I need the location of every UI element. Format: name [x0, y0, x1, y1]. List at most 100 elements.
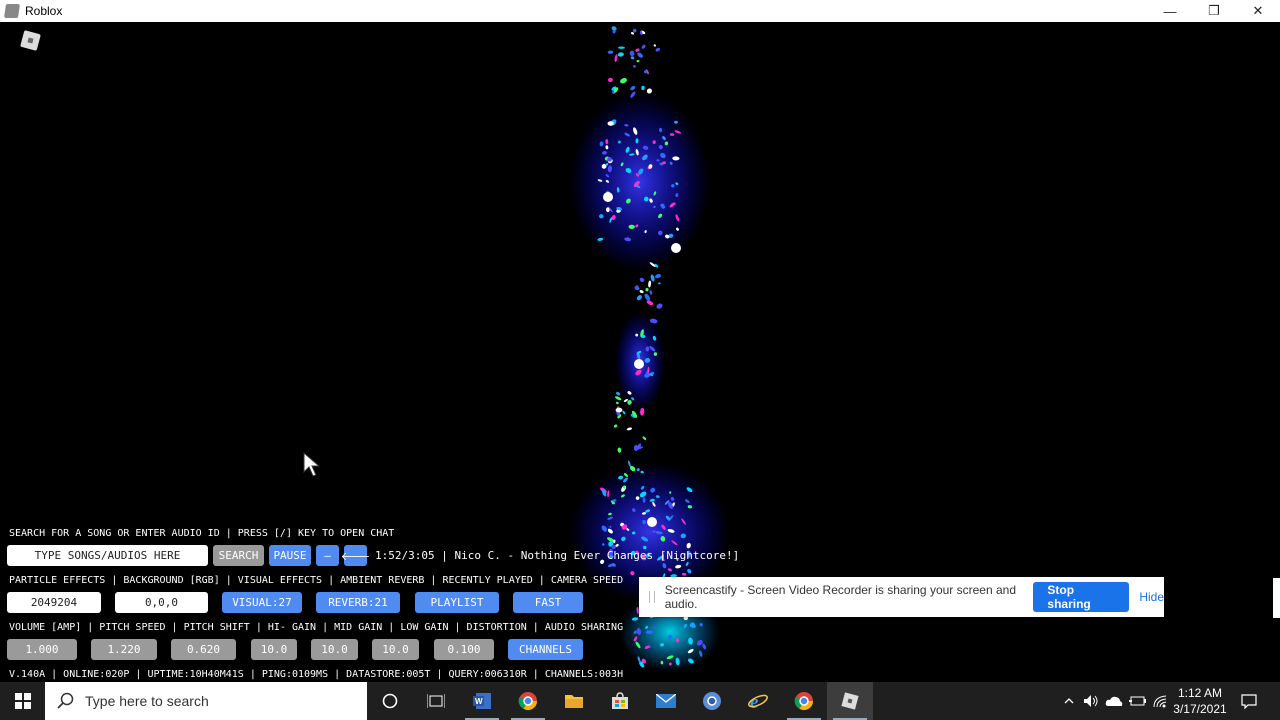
minimize-button[interactable]: — — [1148, 0, 1192, 22]
hi-gain-field[interactable]: 10.0 — [251, 639, 297, 660]
playlist-button[interactable]: PLAYLIST — [415, 592, 499, 613]
word-icon[interactable]: W — [459, 682, 505, 720]
notification-center-icon[interactable] — [1238, 682, 1260, 720]
search-button[interactable]: SEARCH — [213, 545, 264, 566]
roblox-app-icon — [4, 4, 20, 18]
camera-speed-button[interactable]: FAST — [513, 592, 583, 613]
back-arrow-button[interactable]: 🡐 — [341, 545, 370, 566]
svg-text:W: W — [475, 697, 483, 706]
particle — [633, 64, 636, 68]
store-icon[interactable] — [597, 682, 643, 720]
settings-row1-labels: PARTICLE EFFECTS | BACKGROUND [RGB] | VI… — [9, 575, 624, 586]
particle — [653, 44, 656, 47]
search-icon — [57, 692, 74, 709]
particle — [642, 436, 647, 441]
particle — [618, 46, 625, 49]
particle — [608, 77, 613, 83]
particle — [648, 280, 652, 288]
particle — [639, 277, 645, 283]
stop-sharing-button[interactable]: Stop sharing — [1033, 582, 1130, 612]
particle — [636, 59, 640, 63]
chrome-icon[interactable] — [505, 682, 551, 720]
search-hint: SEARCH FOR A SONG OR ENTER AUDIO ID | PR… — [9, 528, 395, 539]
particle — [655, 273, 661, 279]
particle — [660, 660, 664, 665]
particle-highlight — [647, 517, 657, 527]
particle — [622, 410, 626, 415]
particle — [614, 54, 618, 62]
song-search-input[interactable]: TYPE SONGS/AUDIOS HERE — [7, 545, 208, 566]
start-button[interactable] — [0, 682, 45, 720]
particle — [635, 48, 640, 52]
settings-row2-labels: VOLUME [AMP] | PITCH SPEED | PITCH SHIFT… — [9, 622, 624, 633]
windows-logo-icon — [14, 693, 31, 709]
particle-highlight — [671, 243, 681, 253]
clock-time: 1:12 AM — [1177, 686, 1223, 700]
chromium-icon[interactable] — [689, 682, 735, 720]
particle-highlight — [603, 192, 613, 202]
particle — [628, 224, 635, 229]
particle — [639, 290, 644, 294]
particle — [607, 50, 614, 54]
particle — [644, 293, 651, 301]
drag-handle-icon[interactable] — [649, 591, 655, 603]
hide-link[interactable]: Hide — [1139, 590, 1164, 604]
particle — [629, 50, 635, 56]
particle-highlight — [634, 359, 644, 369]
particle — [630, 56, 635, 60]
internet-explorer-icon[interactable]: e — [735, 682, 781, 720]
file-explorer-icon[interactable] — [551, 682, 597, 720]
particle — [645, 630, 654, 634]
window-title: Roblox — [25, 4, 63, 18]
onedrive-cloud-icon[interactable] — [1103, 682, 1125, 720]
background-rgb-field[interactable]: 0,0,0 — [115, 592, 208, 613]
particle-effects-field[interactable]: 2049204 — [7, 592, 101, 613]
close-button[interactable]: ✕ — [1236, 0, 1280, 22]
particle — [655, 47, 660, 52]
pitch-speed-field[interactable]: 1.220 — [91, 639, 157, 660]
particle — [626, 427, 633, 431]
cortana-icon[interactable] — [367, 682, 413, 720]
mid-gain-field[interactable]: 10.0 — [311, 639, 358, 660]
particle — [641, 44, 646, 49]
minus-button[interactable]: — — [316, 545, 339, 566]
pause-button[interactable]: PAUSE — [269, 545, 311, 566]
pitch-shift-field[interactable]: 0.620 — [171, 639, 236, 660]
particle — [637, 52, 643, 58]
particle — [620, 77, 627, 84]
particle — [617, 52, 624, 57]
search-placeholder: Type here to search — [85, 693, 209, 709]
task-view-icon[interactable] — [413, 682, 459, 720]
side-panel-edge — [1273, 578, 1280, 618]
channels-button[interactable]: CHANNELS — [508, 639, 583, 660]
visual-effects-button[interactable]: VISUAL:27 — [222, 592, 302, 613]
particle — [632, 28, 637, 33]
low-gain-field[interactable]: 10.0 — [372, 639, 419, 660]
window-titlebar: Roblox — ❐ ✕ — [0, 0, 1280, 22]
roblox-taskbar-icon[interactable] — [827, 682, 873, 720]
maximize-button[interactable]: ❐ — [1192, 0, 1236, 22]
particle — [615, 396, 622, 401]
system-clock[interactable]: 1:12 AM 3/17/2021 — [1168, 685, 1232, 717]
volume-field[interactable]: 1.000 — [7, 639, 77, 660]
volume-icon[interactable] — [1080, 682, 1102, 720]
particle — [649, 290, 653, 295]
taskbar-search-box[interactable]: Type here to search — [45, 682, 367, 720]
mail-icon[interactable] — [643, 682, 689, 720]
particle — [615, 407, 623, 413]
now-playing-text: 1:52/3:05 | Nico C. - Nothing Ever Chang… — [375, 549, 740, 562]
ambient-reverb-button[interactable]: REVERB:21 — [316, 592, 400, 613]
show-hidden-icons-chevron-icon[interactable] — [1060, 682, 1078, 720]
particle — [669, 491, 672, 494]
particle — [641, 85, 645, 91]
particle — [646, 300, 654, 306]
distortion-field[interactable]: 0.100 — [434, 639, 494, 660]
particle — [613, 424, 618, 428]
particle — [645, 287, 649, 292]
battery-plug-icon[interactable] — [1126, 682, 1148, 720]
chrome-icon-2[interactable] — [781, 682, 827, 720]
particle — [617, 447, 622, 453]
particle — [658, 282, 661, 285]
clock-date: 3/17/2021 — [1173, 702, 1227, 716]
particle — [636, 295, 642, 301]
